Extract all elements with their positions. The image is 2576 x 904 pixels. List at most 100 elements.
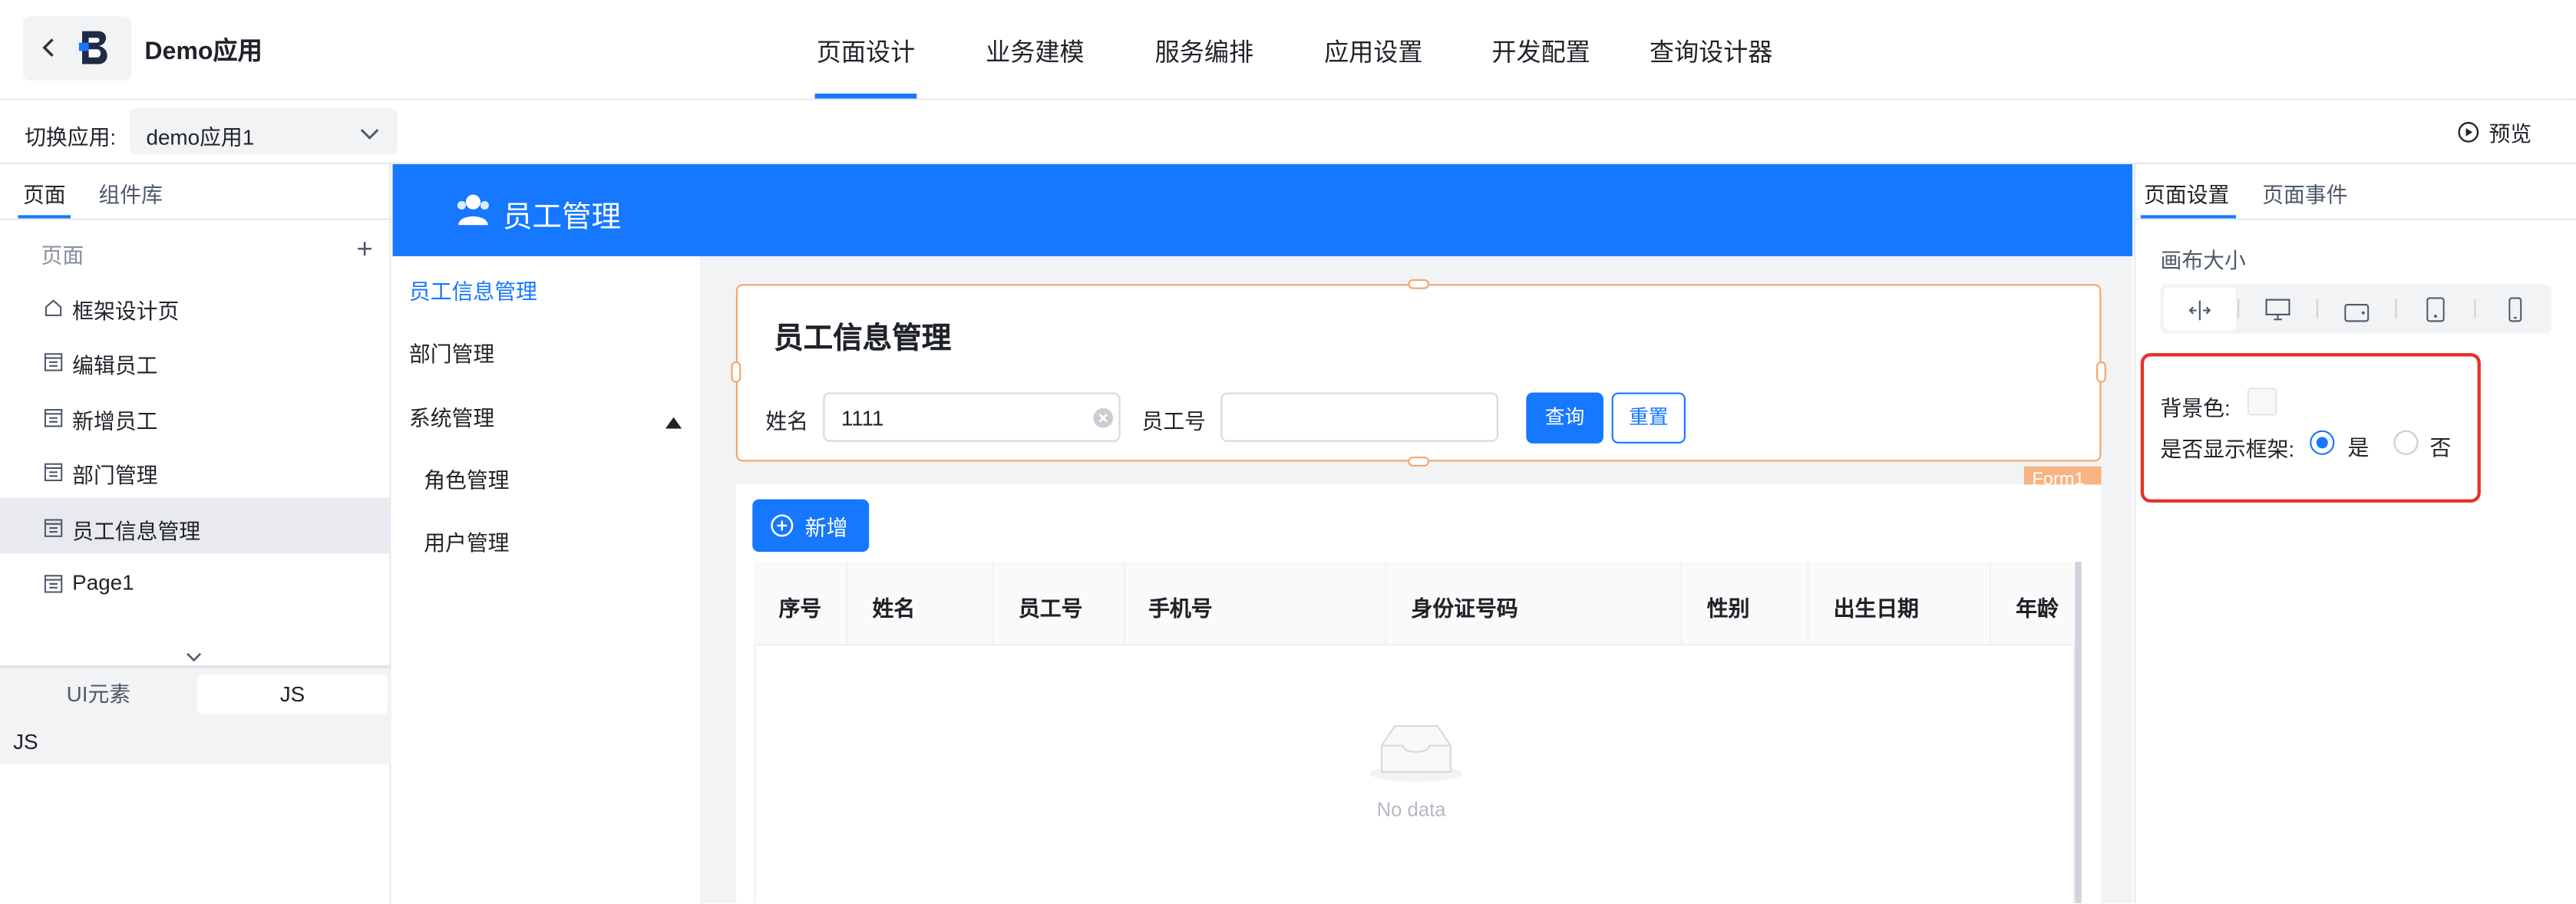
name-label: 姓名 <box>765 408 809 434</box>
tab-component-library[interactable]: 组件库 <box>98 177 163 209</box>
name-input-value: 1111 <box>841 405 884 431</box>
page-item-add-employee[interactable]: 新增员工 <box>0 388 391 444</box>
page-item-frame-design[interactable]: 框架设计页 <box>0 278 391 334</box>
column-header[interactable]: 年龄 <box>2016 592 2059 623</box>
switch-app-label: 切换应用: <box>25 124 117 150</box>
add-page-icon[interactable]: + <box>356 235 372 262</box>
clear-icon[interactable] <box>1092 407 1114 437</box>
tab-service-orchestration[interactable]: 服务编排 <box>1155 35 1253 69</box>
page-item-label: 新增员工 <box>72 408 158 434</box>
column-divider <box>992 561 994 646</box>
page-item-label: 编辑员工 <box>72 353 158 378</box>
name-input[interactable]: 1111 <box>823 392 1121 442</box>
preview-button[interactable]: 预览 <box>2458 117 2531 148</box>
column-header[interactable]: 员工号 <box>1019 592 1083 623</box>
page-item-label: 部门管理 <box>72 463 158 488</box>
column-header[interactable]: 性别 <box>1707 592 1750 623</box>
add-button[interactable]: 新增 <box>752 499 870 553</box>
column-header[interactable]: 身份证号码 <box>1412 592 1518 623</box>
tab-page-settings[interactable]: 页面设置 <box>2144 177 2229 209</box>
mobile-button[interactable] <box>2479 288 2551 331</box>
form-page-icon <box>44 517 63 537</box>
desktop-icon <box>2265 299 2290 329</box>
resize-handle-bottom[interactable] <box>1408 457 1430 467</box>
column-divider <box>1989 561 1992 646</box>
chevron-left-icon <box>39 38 59 58</box>
column-header[interactable]: 出生日期 <box>1834 592 1919 623</box>
resize-handle-left[interactable] <box>731 361 741 383</box>
add-button-label: 新增 <box>804 514 848 540</box>
app-select[interactable]: demo应用1 <box>130 108 398 155</box>
tab-ui-elements[interactable]: UI元素 <box>7 675 191 714</box>
page-item-label: Page1 <box>72 569 134 595</box>
divider <box>2134 218 2576 220</box>
show-frame-yes-radio[interactable] <box>2310 430 2335 455</box>
fit-width-button[interactable] <box>2163 287 2236 331</box>
page-item-department[interactable]: 部门管理 <box>0 442 391 498</box>
tablet-portrait-icon <box>2426 297 2445 330</box>
empno-input[interactable] <box>1220 392 1498 442</box>
menu-item-employee-info[interactable]: 员工信息管理 <box>409 274 537 305</box>
active-tab-indicator <box>814 93 917 99</box>
tablet-portrait-button[interactable] <box>2400 288 2472 331</box>
device-size-selector <box>2160 284 2551 334</box>
page-item-label: 框架设计页 <box>72 299 180 324</box>
back-button[interactable] <box>22 16 132 81</box>
table-scrollbar[interactable] <box>2075 561 2082 904</box>
tablet-landscape-icon <box>2344 301 2370 331</box>
column-divider <box>1385 561 1387 646</box>
resize-handle-right[interactable] <box>2096 361 2106 383</box>
tab-query-designer[interactable]: 查询设计器 <box>1650 35 1773 69</box>
form-page-icon <box>44 573 63 593</box>
top-bar <box>0 0 2576 101</box>
pages-section-label: 页面 <box>41 242 84 268</box>
canvas-header-title: 员工管理 <box>502 200 622 233</box>
tab-pages[interactable]: 页面 <box>23 177 66 209</box>
bg-color-picker[interactable] <box>2247 388 2277 416</box>
show-frame-no-radio[interactable] <box>2393 430 2419 455</box>
show-frame-yes-label: 是 <box>2347 435 2370 460</box>
tab-page-design[interactable]: 页面设计 <box>817 35 915 69</box>
js-row[interactable]: JS <box>0 718 391 764</box>
js-label: JS <box>13 729 38 754</box>
page-item-edit-employee[interactable]: 编辑员工 <box>0 332 391 388</box>
reset-button[interactable]: 重置 <box>1611 392 1686 444</box>
menu-item-department[interactable]: 部门管理 <box>409 337 494 368</box>
menu-item-system[interactable]: 系统管理 <box>409 401 494 432</box>
column-header[interactable]: 序号 <box>779 592 822 623</box>
column-divider <box>1807 561 1809 646</box>
page-item-page1[interactable]: Page1 <box>0 553 391 609</box>
right-panel <box>2134 164 2576 904</box>
desktop-button[interactable] <box>2243 288 2315 331</box>
tab-js[interactable]: JS <box>197 675 388 715</box>
canvas-side-menu: 员工信息管理 部门管理 系统管理 角色管理 用户管理 <box>392 256 700 904</box>
home-icon <box>45 297 62 317</box>
tab-business-modeling[interactable]: 业务建模 <box>986 35 1084 69</box>
bg-color-label: 背景色: <box>2160 395 2231 421</box>
query-button[interactable]: 查询 <box>1526 392 1603 444</box>
show-frame-no-label: 否 <box>2429 435 2452 460</box>
preview-label: 预览 <box>2488 121 2532 147</box>
device-divider <box>2316 299 2318 319</box>
mobile-icon <box>2508 297 2522 330</box>
column-header[interactable]: 手机号 <box>1148 592 1213 623</box>
fit-width-icon <box>2188 299 2211 329</box>
tablet-landscape-button[interactable] <box>2321 288 2393 331</box>
column-divider <box>1680 561 1683 646</box>
tab-page-events[interactable]: 页面事件 <box>2262 177 2347 209</box>
table-header: 序号 姓名 员工号 手机号 身份证号码 性别 出生日期 年龄 <box>754 561 2082 646</box>
menu-item-user[interactable]: 用户管理 <box>424 526 509 557</box>
form-page-icon <box>44 407 63 427</box>
column-header[interactable]: 姓名 <box>872 592 915 623</box>
play-circle-icon <box>2458 121 2479 143</box>
tab-dev-config[interactable]: 开发配置 <box>1491 35 1590 69</box>
app-name: Demo应用 <box>144 38 263 66</box>
resize-handle-top[interactable] <box>1408 279 1430 289</box>
tab-app-settings[interactable]: 应用设置 <box>1324 35 1422 69</box>
device-divider <box>2395 299 2397 319</box>
divider <box>0 218 391 220</box>
users-icon <box>455 192 491 236</box>
page-item-employee-info[interactable]: 员工信息管理 <box>0 497 391 554</box>
menu-item-role[interactable]: 角色管理 <box>424 464 509 495</box>
column-divider <box>846 561 848 646</box>
